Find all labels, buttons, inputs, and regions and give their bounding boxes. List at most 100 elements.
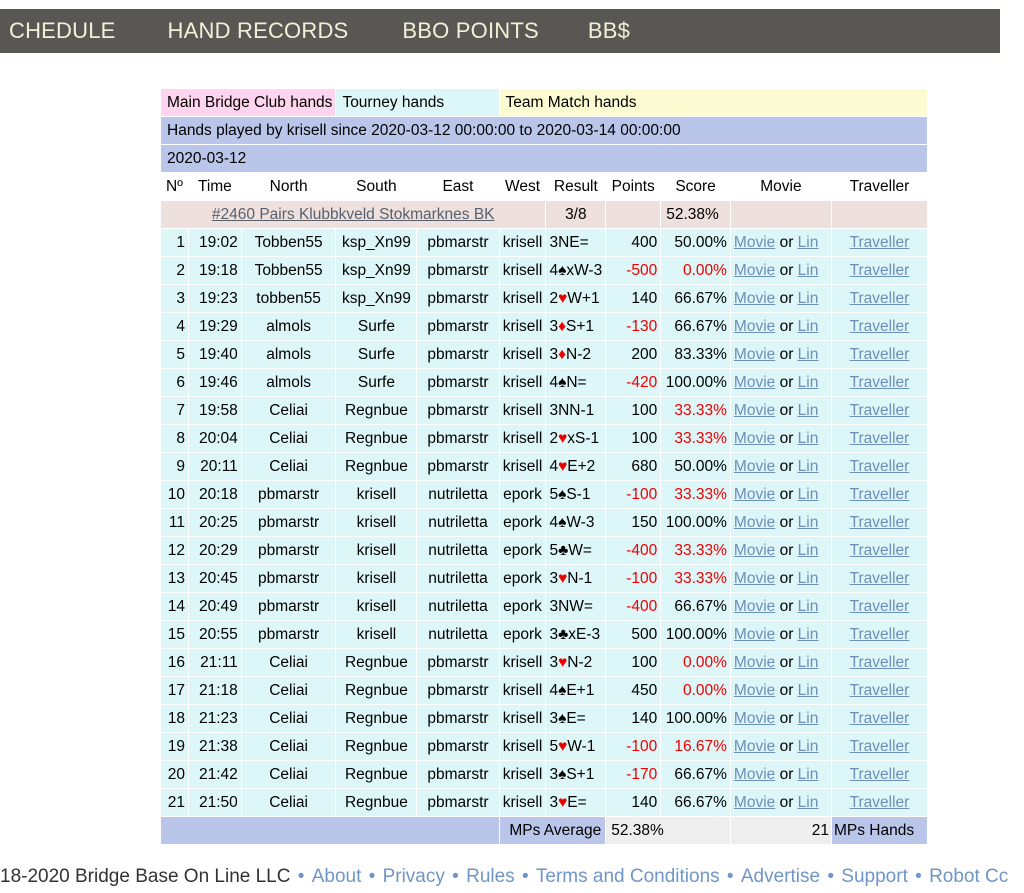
lin-link[interactable]: Lin xyxy=(798,626,819,643)
cell-north: Tobben55 xyxy=(240,228,337,257)
lin-link[interactable]: Lin xyxy=(798,262,819,279)
cell-movie: Movie or Lin xyxy=(729,592,832,621)
footer-link-about[interactable]: About xyxy=(312,866,362,887)
traveller-link[interactable]: Traveller xyxy=(850,402,910,419)
traveller-link[interactable]: Traveller xyxy=(850,710,910,727)
traveller-link[interactable]: Traveller xyxy=(850,262,910,279)
cell-traveller: Traveller xyxy=(830,620,929,649)
movie-link[interactable]: Movie xyxy=(734,514,775,531)
movie-link[interactable]: Movie xyxy=(734,458,775,475)
movie-link[interactable]: Movie xyxy=(734,766,775,783)
nav-item-schedule[interactable]: CHEDULE xyxy=(9,18,116,44)
movie-link[interactable]: Movie xyxy=(734,402,775,419)
lin-link[interactable]: Lin xyxy=(798,430,819,447)
traveller-link[interactable]: Traveller xyxy=(850,794,910,811)
lin-link[interactable]: Lin xyxy=(798,598,819,615)
movie-link[interactable]: Movie xyxy=(734,682,775,699)
traveller-link[interactable]: Traveller xyxy=(850,542,910,559)
lin-link[interactable]: Lin xyxy=(798,458,819,475)
traveller-link[interactable]: Traveller xyxy=(850,430,910,447)
tournament-link[interactable]: #2460 Pairs Klubbkveld Stokmarknes BK xyxy=(212,206,495,223)
category-main-bridge-club[interactable]: Main Bridge Club hands xyxy=(159,88,337,117)
footer-link-advertise[interactable]: Advertise xyxy=(741,866,820,887)
movie-link[interactable]: Movie xyxy=(734,654,775,671)
cell-time: 19:46 xyxy=(187,368,242,397)
movie-link[interactable]: Movie xyxy=(734,374,775,391)
tournament-link-cell[interactable]: #2460 Pairs Klubbkveld Stokmarknes BK xyxy=(159,200,547,229)
traveller-link[interactable]: Traveller xyxy=(850,570,910,587)
cell-east: pbmarstr xyxy=(416,228,500,257)
footer-link-terms-and-conditions[interactable]: Terms and Conditions xyxy=(536,866,720,887)
movie-link[interactable]: Movie xyxy=(734,598,775,615)
cell-time: 19:02 xyxy=(187,228,242,257)
traveller-link[interactable]: Traveller xyxy=(850,346,910,363)
cell-south: Regnbue xyxy=(335,788,418,817)
movie-link[interactable]: Movie xyxy=(734,570,775,587)
lin-link[interactable]: Lin xyxy=(798,654,819,671)
traveller-link[interactable]: Traveller xyxy=(850,318,910,335)
table-row: 16 21:11 Celiai Regnbue pbmarstr krisell 3♥N-2… xyxy=(160,648,929,677)
movie-link[interactable]: Movie xyxy=(734,710,775,727)
traveller-link[interactable]: Traveller xyxy=(850,290,910,307)
nav-item-hand-records[interactable]: HAND RECORDS xyxy=(168,18,349,44)
category-tourney[interactable]: Tourney hands xyxy=(335,88,500,117)
contract-level: 5 xyxy=(549,738,559,755)
footer-link-support[interactable]: Support xyxy=(841,866,908,887)
movie-link[interactable]: Movie xyxy=(734,794,775,811)
traveller-link[interactable]: Traveller xyxy=(850,234,910,251)
lin-link[interactable]: Lin xyxy=(798,374,819,391)
cell-time: 20:04 xyxy=(187,424,242,453)
footer-separator: • xyxy=(297,866,310,887)
lin-link[interactable]: Lin xyxy=(798,318,819,335)
movie-link[interactable]: Movie xyxy=(734,318,775,335)
movie-link[interactable]: Movie xyxy=(734,430,775,447)
traveller-link[interactable]: Traveller xyxy=(850,374,910,391)
traveller-link[interactable]: Traveller xyxy=(850,626,910,643)
cell-time: 20:29 xyxy=(187,536,242,565)
traveller-link[interactable]: Traveller xyxy=(850,486,910,503)
cell-no: 21 xyxy=(160,788,189,817)
nav-item-bbo-points[interactable]: BBO POINTS xyxy=(402,18,538,44)
lin-link[interactable]: Lin xyxy=(798,682,819,699)
movie-link[interactable]: Movie xyxy=(734,234,775,251)
lin-link[interactable]: Lin xyxy=(798,794,819,811)
traveller-link[interactable]: Traveller xyxy=(850,738,910,755)
lin-link[interactable]: Lin xyxy=(798,514,819,531)
cell-time: 21:11 xyxy=(187,648,242,677)
lin-link[interactable]: Lin xyxy=(798,766,819,783)
movie-link[interactable]: Movie xyxy=(734,346,775,363)
cell-no: 9 xyxy=(160,452,189,481)
lin-link[interactable]: Lin xyxy=(798,710,819,727)
movie-link[interactable]: Movie xyxy=(734,542,775,559)
lin-link[interactable]: Lin xyxy=(798,542,819,559)
lin-link[interactable]: Lin xyxy=(798,570,819,587)
lin-link[interactable]: Lin xyxy=(798,486,819,503)
lin-link[interactable]: Lin xyxy=(798,234,819,251)
traveller-link[interactable]: Traveller xyxy=(850,458,910,475)
category-team-match[interactable]: Team Match hands xyxy=(498,88,929,117)
footer-link-rules[interactable]: Rules xyxy=(466,866,515,887)
lin-link[interactable]: Lin xyxy=(798,346,819,363)
movie-link[interactable]: Movie xyxy=(734,290,775,307)
traveller-link[interactable]: Traveller xyxy=(850,682,910,699)
cell-west: krisell xyxy=(498,704,547,733)
col-header-points: Points xyxy=(605,172,662,201)
movie-link[interactable]: Movie xyxy=(734,262,775,279)
tournament-traveller-cell xyxy=(830,200,929,229)
footer-link-robot-cc[interactable]: Robot Cc xyxy=(929,866,1008,887)
movie-link[interactable]: Movie xyxy=(734,626,775,643)
summary-spacer-left xyxy=(160,816,500,845)
traveller-link[interactable]: Traveller xyxy=(850,766,910,783)
footer-link-privacy[interactable]: Privacy xyxy=(383,866,445,887)
contract-level: 3 xyxy=(549,710,559,727)
traveller-link[interactable]: Traveller xyxy=(850,598,910,615)
lin-link[interactable]: Lin xyxy=(798,402,819,419)
movie-link[interactable]: Movie xyxy=(734,486,775,503)
movie-link[interactable]: Movie xyxy=(734,738,775,755)
lin-link[interactable]: Lin xyxy=(798,738,819,755)
traveller-link[interactable]: Traveller xyxy=(850,654,910,671)
cell-no: 7 xyxy=(160,396,189,425)
nav-item-bb-dollars[interactable]: BB$ xyxy=(588,18,630,44)
lin-link[interactable]: Lin xyxy=(798,290,819,307)
traveller-link[interactable]: Traveller xyxy=(850,514,910,531)
